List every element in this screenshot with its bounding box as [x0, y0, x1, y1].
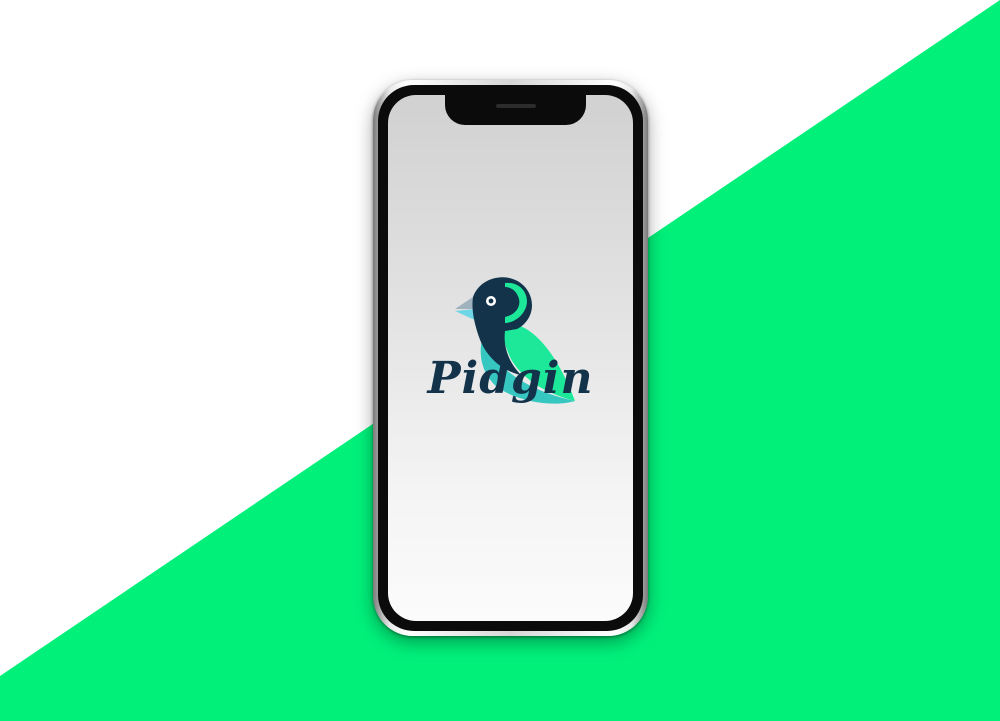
phone-screen[interactable]: Pidgin [388, 95, 633, 621]
bird-beak-top [455, 297, 475, 309]
speaker-icon [495, 104, 536, 108]
bird-pupil [488, 298, 494, 304]
phone-notch [445, 95, 586, 125]
phone-device: Pidgin [373, 80, 648, 636]
bird-icon [455, 277, 575, 404]
phone-bezel: Pidgin [378, 85, 643, 631]
app-wordmark: Pidgin [427, 353, 594, 404]
scene: Pidgin [0, 0, 1000, 721]
